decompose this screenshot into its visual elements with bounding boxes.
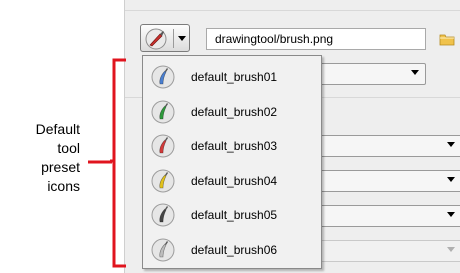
preset-menu-item-label: default_brush04 [191, 173, 278, 188]
panel-divider [125, 10, 460, 11]
chevron-down-icon [447, 247, 455, 252]
chevron-down-icon [447, 142, 455, 147]
chevron-down-icon [447, 212, 455, 217]
callout-connector [88, 160, 112, 164]
preset-dropdown-button[interactable] [140, 24, 190, 52]
preset-menu-item[interactable]: default_brush02 [147, 95, 317, 129]
preset-menu-item[interactable]: default_brush03 [147, 129, 317, 163]
brush-yellow-icon [151, 169, 175, 192]
callout-line: icons [47, 178, 80, 194]
brush-gray-icon [151, 238, 175, 261]
preset-menu-item-label: default_brush02 [191, 104, 278, 119]
preset-menu-item[interactable]: default_brush04 [147, 164, 317, 198]
brush-preset-icon [145, 28, 167, 50]
preset-dropdown-menu: default_brush01 default_brush02 default_br… [142, 55, 322, 269]
preset-menu-item-label: default_brush03 [191, 139, 278, 153]
callout-line: tool [57, 140, 80, 156]
callout-label: Default tool preset icons [8, 120, 80, 196]
callout-line: Default [35, 121, 80, 137]
preset-menu-item-label: default_brush01 [191, 70, 278, 84]
preset-menu-item[interactable]: default_brush06 [147, 233, 317, 267]
panel-combobox[interactable] [300, 135, 460, 157]
preset-menu-item[interactable]: default_brush01 [147, 60, 317, 94]
panel-combobox[interactable] [300, 170, 460, 192]
folder-icon[interactable] [438, 30, 456, 48]
panel-combobox-disabled [300, 240, 460, 262]
callout-line: preset [41, 159, 80, 175]
button-separator [173, 29, 174, 48]
panel-combobox[interactable] [300, 205, 460, 227]
brush-green-icon [151, 100, 175, 123]
brush-red-icon [151, 134, 175, 158]
callout-bracket [110, 58, 126, 268]
brush-path-input[interactable] [206, 28, 426, 50]
preset-menu-item-label: default_brush06 [191, 242, 278, 257]
preset-menu-item[interactable]: default_brush05 [147, 198, 317, 232]
chevron-down-icon [447, 177, 455, 182]
chevron-down-icon [411, 70, 419, 75]
preset-menu-item-label: default_brush05 [191, 208, 278, 222]
brush-blue-icon [151, 65, 175, 89]
chevron-down-icon [178, 36, 186, 41]
brush-black-icon [151, 203, 175, 227]
